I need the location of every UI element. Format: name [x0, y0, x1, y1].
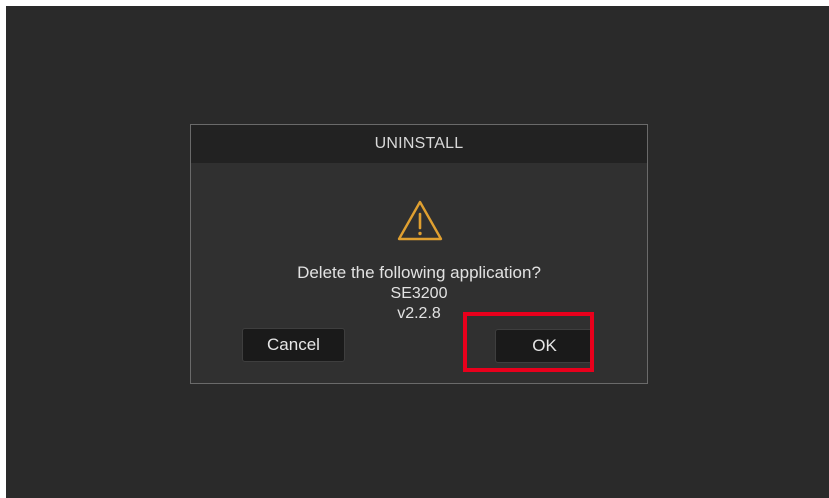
app-name: SE3200 [390, 285, 448, 302]
screen-background: UNINSTALL Delete the following applicati… [6, 6, 829, 498]
dialog-title: UNINSTALL [191, 125, 647, 163]
uninstall-dialog: UNINSTALL Delete the following applicati… [190, 124, 648, 384]
ok-button[interactable]: OK [495, 329, 594, 363]
app-version: v2.2.8 [397, 305, 441, 322]
dialog-message: Delete the following application? [297, 263, 541, 282]
cancel-button[interactable]: Cancel [242, 328, 345, 362]
warning-icon [397, 200, 443, 241]
